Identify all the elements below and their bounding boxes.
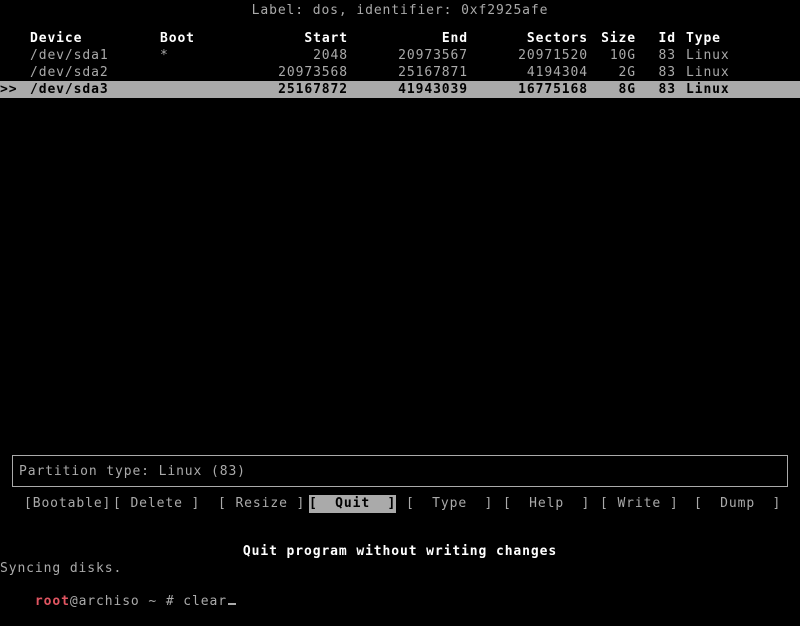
row-sectors: 4194304	[526, 65, 588, 80]
row-start: 20973568	[278, 65, 348, 80]
table-row-selected[interactable]: >> /dev/sda3 25167872 41943039 16775168 …	[0, 81, 800, 98]
column-header-id: Id	[658, 31, 676, 46]
row-start: 25167872	[278, 82, 348, 97]
row-size: 10G	[609, 48, 636, 63]
table-row[interactable]: /dev/sda2 20973568 25167871 4194304 2G 8…	[0, 64, 800, 81]
shell-command-input[interactable]: clear	[183, 594, 227, 609]
partition-type-text: Partition type: Linux (83)	[19, 464, 246, 479]
column-header-boot: Boot	[160, 31, 195, 46]
partition-table: Device Boot Start End Sectors Size Id Ty…	[0, 30, 800, 98]
row-type: Linux	[686, 48, 730, 63]
row-type: Linux	[686, 65, 730, 80]
shell-sync-message: Syncing disks.	[0, 561, 123, 576]
row-end: 41943039	[398, 82, 468, 97]
column-header-start: Start	[304, 31, 348, 46]
menu-button-dump[interactable]: [ Dump ]	[694, 495, 781, 513]
row-sectors: 20971520	[518, 48, 588, 63]
column-header-type: Type	[686, 31, 721, 46]
row-id: 83	[658, 48, 676, 63]
column-header-end: End	[441, 31, 468, 46]
menu-button-bootable[interactable]: [Bootable]	[24, 495, 111, 513]
row-size: 2G	[618, 65, 636, 80]
row-device: /dev/sda2	[30, 65, 109, 80]
column-header-device: Device	[30, 31, 83, 46]
text-cursor	[227, 603, 236, 605]
prompt-user: root	[34, 594, 70, 609]
menu-hint-text: Quit program without writing changes	[242, 544, 558, 559]
menu-button-help[interactable]: [ Help ]	[503, 495, 590, 513]
menu-button-write[interactable]: [ Write ]	[600, 495, 679, 513]
menu-button-type[interactable]: [ Type ]	[406, 495, 493, 513]
row-boot: *	[160, 48, 169, 63]
row-size: 8G	[618, 82, 636, 97]
table-row[interactable]: /dev/sda1 * 2048 20973567 20971520 10G 8…	[0, 47, 800, 64]
partition-table-header: Device Boot Start End Sectors Size Id Ty…	[0, 30, 800, 47]
row-end: 25167871	[398, 65, 468, 80]
column-header-sectors: Sectors	[526, 31, 588, 46]
menu-button-quit[interactable]: [ Quit ]	[309, 495, 397, 513]
row-start: 2048	[313, 48, 348, 63]
prompt-host-path: @archiso ~ #	[69, 594, 184, 609]
terminal-screen: Label: dos, identifier: 0xf2925afe Devic…	[0, 0, 800, 609]
row-end: 20973567	[398, 48, 468, 63]
row-device: /dev/sda1	[30, 48, 109, 63]
partition-type-box: Partition type: Linux (83)	[12, 455, 788, 487]
row-sectors: 16775168	[518, 82, 588, 97]
disk-label-line: Label: dos, identifier: 0xf2925afe	[251, 3, 549, 18]
column-header-size: Size	[601, 31, 636, 46]
menu-button-resize[interactable]: [ Resize ]	[218, 495, 305, 513]
menu-button-delete[interactable]: [ Delete ]	[113, 495, 200, 513]
row-id: 83	[658, 82, 676, 97]
shell-prompt-line: root@archiso ~ # clear	[0, 578, 236, 626]
row-type: Linux	[686, 82, 730, 97]
row-selection-marker: >>	[0, 82, 18, 97]
row-id: 83	[658, 65, 676, 80]
menu-bar: [Bootable] [ Delete ] [ Resize ] [ Quit …	[0, 495, 800, 513]
row-device: /dev/sda3	[30, 82, 109, 97]
